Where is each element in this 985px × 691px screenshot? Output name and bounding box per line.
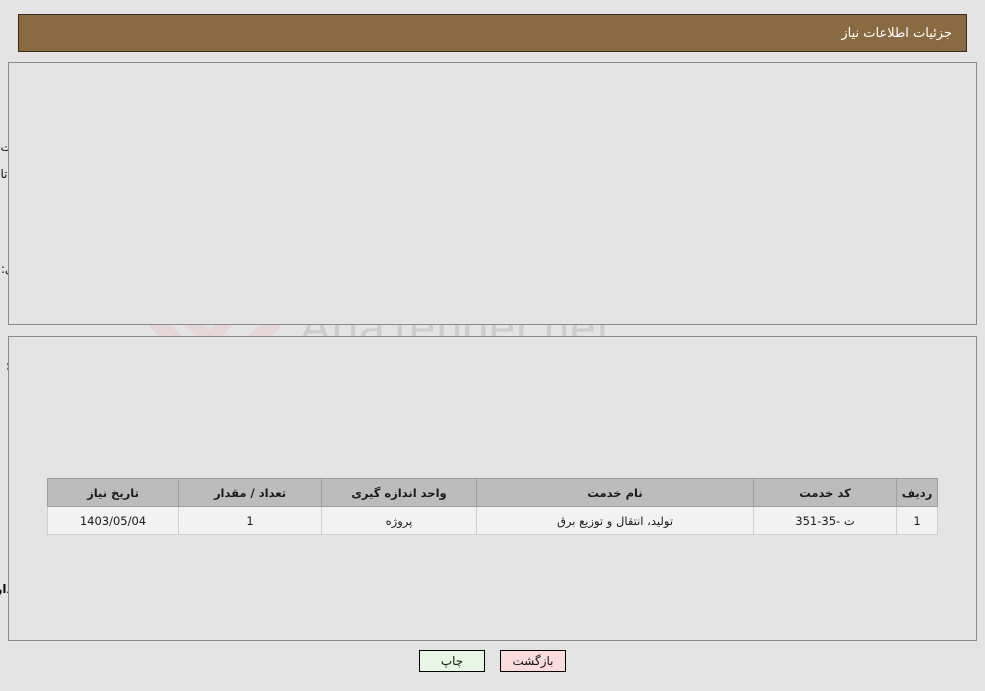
cell-qty: 1	[178, 506, 322, 535]
column-header-date: تاریخ نیاز	[47, 478, 179, 507]
footer-button-row: بازگشت چاپ	[0, 650, 985, 672]
services-table: ردیف کد خدمت نام خدمت واحد اندازه گیری ت…	[47, 478, 938, 535]
table-row: 1 ت -35-351 تولید، انتقال و توزیع برق پر…	[47, 506, 938, 535]
page-title-bar: جزئیات اطلاعات نیاز	[18, 14, 967, 52]
column-header-code: کد خدمت	[753, 478, 897, 507]
cell-name: تولید، انتقال و توزیع برق	[476, 506, 754, 535]
cell-row-no: 1	[896, 506, 938, 535]
column-header-qty: تعداد / مقدار	[178, 478, 322, 507]
cell-date: 1403/05/04	[47, 506, 179, 535]
column-header-unit: واحد اندازه گیری	[321, 478, 477, 507]
column-header-name: نام خدمت	[476, 478, 754, 507]
summary-panel	[8, 62, 977, 325]
page-title: جزئیات اطلاعات نیاز	[841, 25, 952, 41]
table-header-row: ردیف کد خدمت نام خدمت واحد اندازه گیری ت…	[47, 478, 938, 507]
column-header-row-no: ردیف	[896, 478, 938, 507]
back-button[interactable]: بازگشت	[500, 650, 566, 672]
cell-code: ت -35-351	[753, 506, 897, 535]
cell-unit: پروژه	[321, 506, 477, 535]
print-button[interactable]: چاپ	[419, 650, 485, 672]
